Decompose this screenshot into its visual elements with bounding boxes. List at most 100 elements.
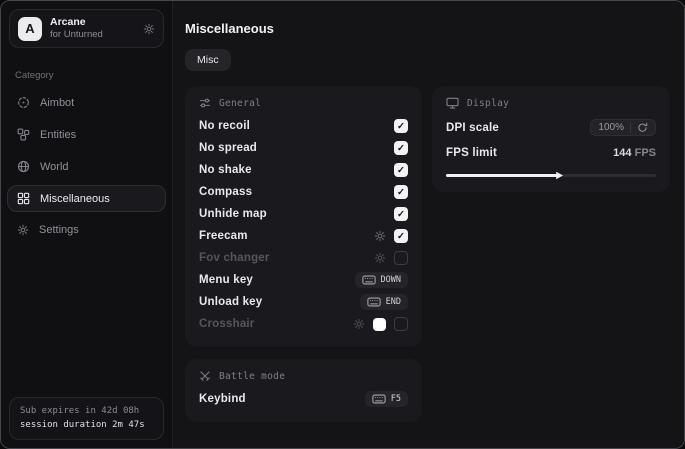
grid-icon [17,192,30,205]
setting-controls: ✓ [394,207,408,221]
checkbox[interactable]: ✓ [394,185,408,199]
slider-fill [446,174,559,177]
logo-card[interactable]: A Arcane for Unturned [9,9,164,48]
checkbox[interactable] [394,251,408,265]
setting-row: Freecam ✓ [199,225,408,247]
page-title: Miscellaneous [185,21,670,36]
fps-limit-value: 144 FPS [613,147,656,159]
checkbox[interactable]: ✓ [394,229,408,243]
setting-controls: ✓ [394,141,408,155]
session-duration-text: session duration 2m 47s [20,419,153,433]
app-window: A Arcane for Unturned Category Aimbot Ent… [0,0,685,449]
checkbox[interactable]: ✓ [394,119,408,133]
sidebar-item-label: World [40,161,69,173]
fps-limit-row: FPS limit 144 FPS [446,140,656,165]
dpi-scale-value: 100% [598,122,624,133]
color-swatch[interactable] [373,318,386,331]
checkbox[interactable]: ✓ [394,207,408,221]
battle-mode-card: Battle mode Keybind F5 [185,359,422,422]
battle-rows: Keybind F5 [199,388,408,410]
tab-bar: Misc [185,49,670,71]
display-card: Display DPI scale 100% FPS limit [432,86,670,192]
general-rows: No recoil✓No spread✓No shake✓Compass✓Unh… [199,115,408,335]
general-card-header: General [199,97,408,109]
dpi-scale-control[interactable]: 100% [590,119,656,136]
logo-settings-icon[interactable] [143,23,155,35]
setting-controls [374,251,408,265]
gear-icon[interactable] [374,230,386,242]
gear-icon[interactable] [353,318,365,330]
fps-unit: FPS [635,147,656,159]
app-avatar: A [18,17,42,41]
setting-controls: DOWN [355,272,408,288]
setting-row: No shake ✓ [199,159,408,181]
setting-row: Unload key END [199,291,408,313]
sidebar-item-miscellaneous[interactable]: Miscellaneous [7,185,166,212]
setting-label: Menu key [199,274,253,286]
slider-thumb[interactable] [555,171,564,180]
setting-label: Freecam [199,230,248,242]
general-card-title: General [219,98,261,109]
sidebar-item-label: Entities [40,129,76,141]
setting-row: Fov changer [199,247,408,269]
keyboard-icon [362,275,376,285]
sidebar-nav: Aimbot Entities World Miscellaneous Settings [1,89,172,243]
setting-row: Compass✓ [199,181,408,203]
sub-expiry-text: Sub expires in 42d 08h [20,405,153,419]
checkbox[interactable]: ✓ [394,163,408,177]
dpi-scale-row: DPI scale 100% [446,115,656,140]
setting-row: No recoil ✓ [199,115,408,137]
gear-icon [17,224,29,236]
refresh-icon[interactable] [637,122,648,133]
general-card: General No recoil✓No spread✓No shake✓Com… [185,86,422,347]
fps-slider[interactable] [446,170,656,180]
keybind-chip[interactable]: END [360,294,408,310]
sidebar-item-aimbot[interactable]: Aimbot [7,89,166,116]
chip-divider [630,123,631,133]
keybind-value: DOWN [381,275,401,285]
battle-card-header: Battle mode [199,370,408,382]
sidebar-item-world[interactable]: World [7,153,166,180]
setting-row: No spread ✓ [199,137,408,159]
setting-label: Unload key [199,296,262,308]
tab-misc[interactable]: Misc [185,49,231,71]
setting-label: Unhide map [199,208,267,220]
sidebar: A Arcane for Unturned Category Aimbot Ent… [1,1,173,448]
setting-controls [353,317,408,331]
sidebar-item-settings[interactable]: Settings [7,217,166,243]
setting-controls: F5 [365,391,408,407]
crosshair-icon [17,96,30,109]
logo-text: Arcane for Unturned [50,16,103,41]
content-columns: General No recoil✓No spread✓No shake✓Com… [185,86,670,422]
left-column: General No recoil✓No spread✓No shake✓Com… [185,86,422,422]
subscription-info: Sub expires in 42d 08h session duration … [9,397,164,440]
setting-controls: ✓ [374,229,408,243]
app-name: Arcane [50,16,103,29]
category-label: Category [15,70,158,81]
keybind-chip[interactable]: F5 [365,391,408,407]
setting-label: Crosshair [199,318,255,330]
monitor-icon [446,97,459,109]
keybind-value: END [386,297,401,307]
right-column: Display DPI scale 100% FPS limit [432,86,670,192]
setting-row: Menu key DOWN [199,269,408,291]
main-content: Miscellaneous Misc General No recoil✓No … [173,1,685,448]
setting-label: Keybind [199,393,246,405]
setting-row: Crosshair [199,313,408,335]
setting-controls: ✓ [394,119,408,133]
sidebar-item-entities[interactable]: Entities [7,121,166,148]
display-card-header: Display [446,97,656,109]
setting-controls: END [360,294,408,310]
sliders-icon [199,97,211,109]
keybind-chip[interactable]: DOWN [355,272,408,288]
globe-icon [17,160,30,173]
checkbox[interactable] [394,317,408,331]
sidebar-item-label: Aimbot [40,97,74,109]
fps-limit-label: FPS limit [446,147,497,159]
gear-icon[interactable] [374,252,386,264]
setting-label: No recoil [199,120,250,132]
checkbox[interactable]: ✓ [394,141,408,155]
setting-label: No shake [199,164,252,176]
setting-label: No spread [199,142,257,154]
keyboard-icon [372,394,386,404]
